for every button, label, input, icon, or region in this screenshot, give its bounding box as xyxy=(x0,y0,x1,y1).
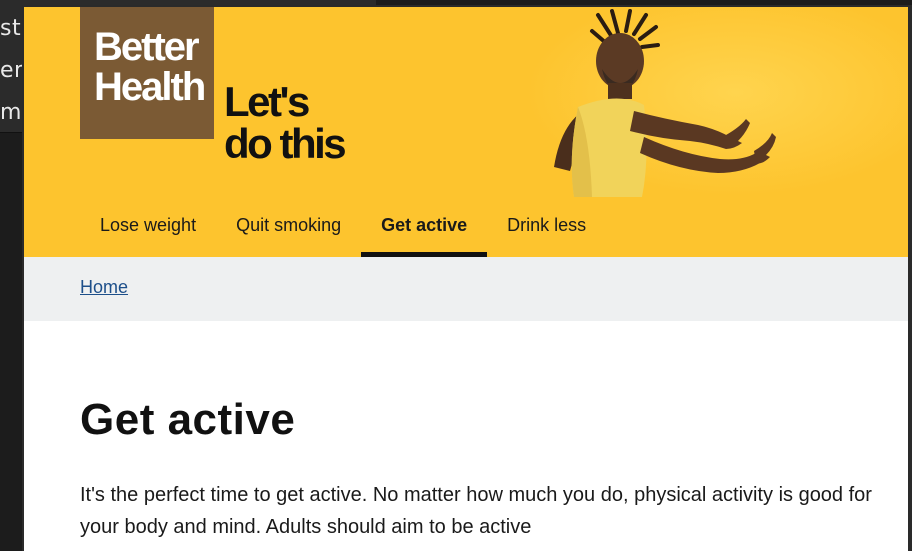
main-nav: Lose weight Quit smoking Get active Drin… xyxy=(80,197,606,257)
intro-paragraph: It's the perfect time to get active. No … xyxy=(80,484,872,538)
nav-item-lose-weight[interactable]: Lose weight xyxy=(80,197,216,257)
page-title: Get active xyxy=(80,395,296,444)
logo-line-2: Health xyxy=(94,65,206,109)
hero-banner: Better Health Let's do this Lose weight … xyxy=(24,7,908,257)
better-health-logo[interactable]: Better Health xyxy=(80,7,214,139)
breadcrumb-home-link[interactable]: Home xyxy=(80,277,128,298)
tagline-line-1: Let's xyxy=(224,78,310,125)
breadcrumb: Home xyxy=(24,257,908,321)
tagline-line-2: do this xyxy=(224,120,347,167)
logo-line-1: Better xyxy=(94,25,200,69)
nav-item-drink-less[interactable]: Drink less xyxy=(487,197,606,257)
nav-item-get-active[interactable]: Get active xyxy=(361,197,488,257)
hero-photo-dancing-man xyxy=(554,9,776,197)
browser-window: Better Health Let's do this Lose weight … xyxy=(22,5,912,551)
nav-item-quit-smoking[interactable]: Quit smoking xyxy=(216,197,361,257)
tagline: Let's do this xyxy=(224,78,347,167)
